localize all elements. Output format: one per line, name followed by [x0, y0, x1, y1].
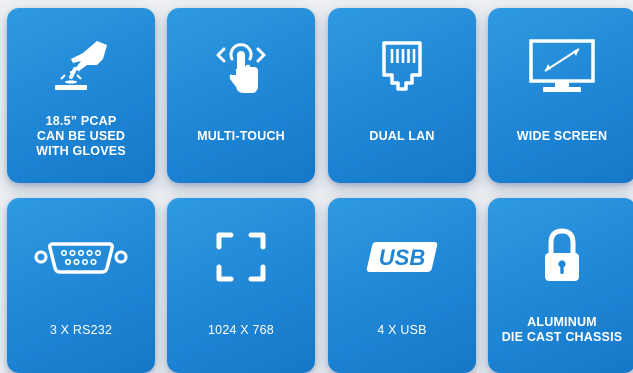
feature-tile-multi-touch: MULTI-TOUCH — [167, 8, 315, 183]
feature-label: 3 X RS232 — [49, 322, 113, 337]
feature-tile-glove-touch: 18.5” PCAP CAN BE USED WITH GLOVES — [7, 8, 155, 183]
feature-tile-rs232: 3 X RS232 — [7, 198, 155, 373]
feature-tile-wide-screen: WIDE SCREEN — [488, 8, 633, 183]
multi-touch-icon — [167, 32, 315, 102]
usb-icon: USB — [328, 222, 476, 292]
feature-label: 4 X USB — [377, 322, 427, 337]
widescreen-monitor-icon — [488, 32, 633, 102]
feature-tile-aluminum-chassis: ALUMINUM DIE CAST CHASSIS — [488, 198, 633, 373]
feature-label: 1024 X 768 — [208, 322, 274, 337]
padlock-icon — [488, 222, 633, 292]
feature-label: MULTI-TOUCH — [197, 128, 285, 143]
feature-tile-usb: USB 4 X USB — [328, 198, 476, 373]
feature-tile-dual-lan: DUAL LAN — [328, 8, 476, 183]
glove-touch-icon — [7, 32, 155, 102]
feature-tile-resolution: 1024 X 768 — [167, 198, 315, 373]
feature-label: WIDE SCREEN — [516, 128, 608, 143]
feature-label: DUAL LAN — [369, 128, 435, 143]
resolution-frame-icon — [167, 222, 315, 292]
feature-grid: 18.5” PCAP CAN BE USED WITH GLOVES MULTI… — [0, 0, 633, 373]
ethernet-port-icon — [328, 32, 476, 102]
feature-label: 18.5” PCAP CAN BE USED WITH GLOVES — [36, 113, 126, 158]
usb-icon-text: USB — [379, 245, 426, 270]
serial-port-icon — [7, 222, 155, 292]
feature-label: ALUMINUM DIE CAST CHASSIS — [501, 315, 623, 344]
